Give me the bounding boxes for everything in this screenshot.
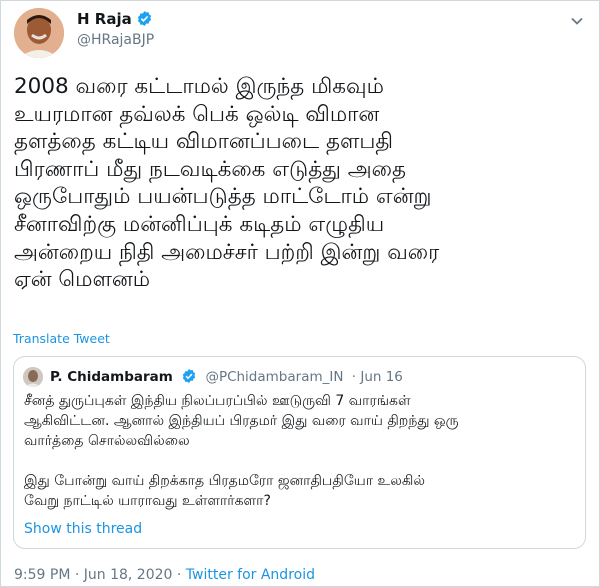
author-avatar[interactable] [14,8,64,58]
tweet-footer: 9:59 PM · Jun 18, 2020 · Twitter for And… [14,567,315,583]
quoted-verified-badge-icon [181,368,197,388]
quoted-header: P. Chidambaram @PChidambaram_IN · Jun 16 [50,368,403,388]
quoted-text: சீனத் துருப்புகள் இந்திய நிலப்பரப்பில் ஊ… [24,393,459,509]
tweet-source-link[interactable]: Twitter for Android [186,567,315,583]
show-thread-link[interactable]: Show this thread [24,521,142,537]
author-avatar-image [14,8,64,58]
quoted-date: · Jun 16 [351,369,403,385]
quoted-author-handle: @PChidambaram_IN [205,369,344,385]
author-handle[interactable]: @HRajaBJP [77,32,154,48]
verified-badge-icon [136,10,153,31]
chevron-down-icon[interactable] [569,13,585,29]
translate-tweet-link[interactable]: Translate Tweet [13,331,110,346]
tweet-card: H Raja @HRajaBJP 2008 வரை கட்டாமல் இருந்… [0,0,600,587]
quoted-author-name: P. Chidambaram [50,369,173,385]
quoted-avatar-image [23,367,43,387]
tweet-text: 2008 வரை கட்டாமல் இருந்த மிகவும் உயரமான … [14,74,440,293]
tweet-timestamp[interactable]: 9:59 PM · Jun 18, 2020 · [14,567,186,583]
author-name-text[interactable]: H Raja [77,10,132,28]
quoted-author-avatar [23,367,43,387]
author-name[interactable]: H Raja [77,10,153,31]
quoted-tweet[interactable]: P. Chidambaram @PChidambaram_IN · Jun 16… [13,356,586,549]
